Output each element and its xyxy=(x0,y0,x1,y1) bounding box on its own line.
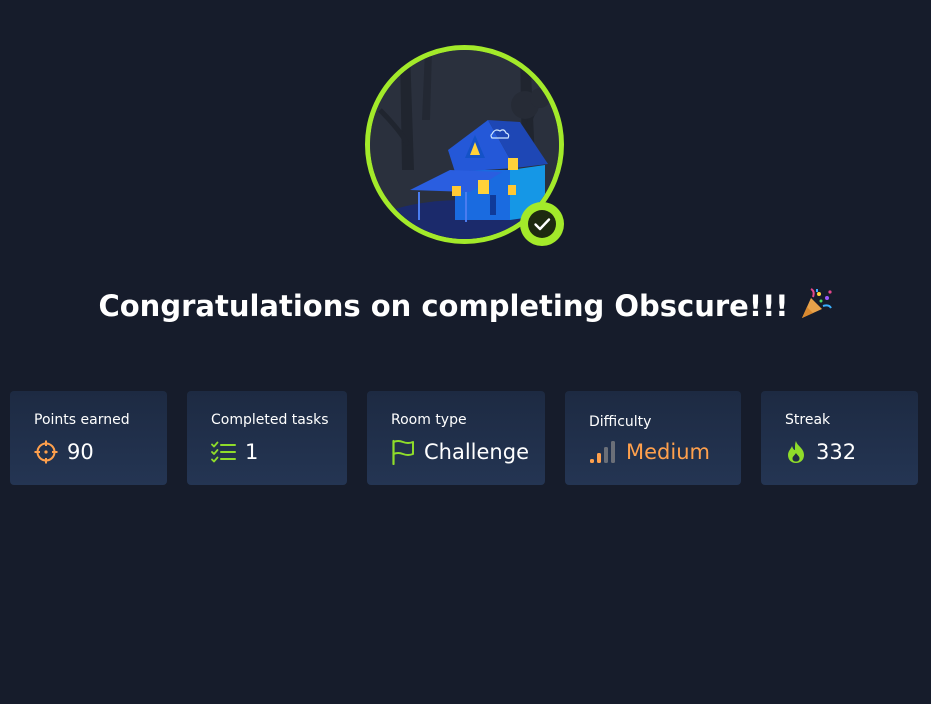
check-icon xyxy=(522,204,562,244)
room-type-value: Challenge xyxy=(424,440,529,464)
tasks-value: 1 xyxy=(245,440,259,464)
completion-page: Congratulations on completing Obscure!!!… xyxy=(0,0,931,704)
checklist-icon xyxy=(211,441,236,463)
points-value: 90 xyxy=(67,440,94,464)
crosshair-icon xyxy=(34,440,58,464)
room-type-label: Room type xyxy=(391,412,467,428)
stat-card-difficulty: Difficulty Medium xyxy=(565,391,741,485)
stat-card-points: Points earned 90 xyxy=(10,391,167,485)
points-label: Points earned xyxy=(34,412,130,428)
streak-value: 332 xyxy=(816,440,857,464)
tasks-label: Completed tasks xyxy=(211,412,329,428)
party-popper-icon xyxy=(799,288,833,327)
stat-card-room-type: Room type Challenge xyxy=(367,391,545,485)
flame-icon xyxy=(785,440,807,464)
room-avatar xyxy=(365,45,564,246)
difficulty-label: Difficulty xyxy=(589,414,652,430)
signal-bars-icon xyxy=(589,440,617,464)
completion-headline: Congratulations on completing Obscure!!! xyxy=(0,288,931,327)
stat-card-tasks: Completed tasks 1 xyxy=(187,391,347,485)
completed-check-badge xyxy=(520,202,564,246)
streak-label: Streak xyxy=(785,412,831,428)
headline-text: Congratulations on completing Obscure!!! xyxy=(98,289,789,323)
flag-icon xyxy=(391,439,415,465)
difficulty-value: Medium xyxy=(626,440,710,464)
stat-card-streak: Streak 332 xyxy=(761,391,918,485)
